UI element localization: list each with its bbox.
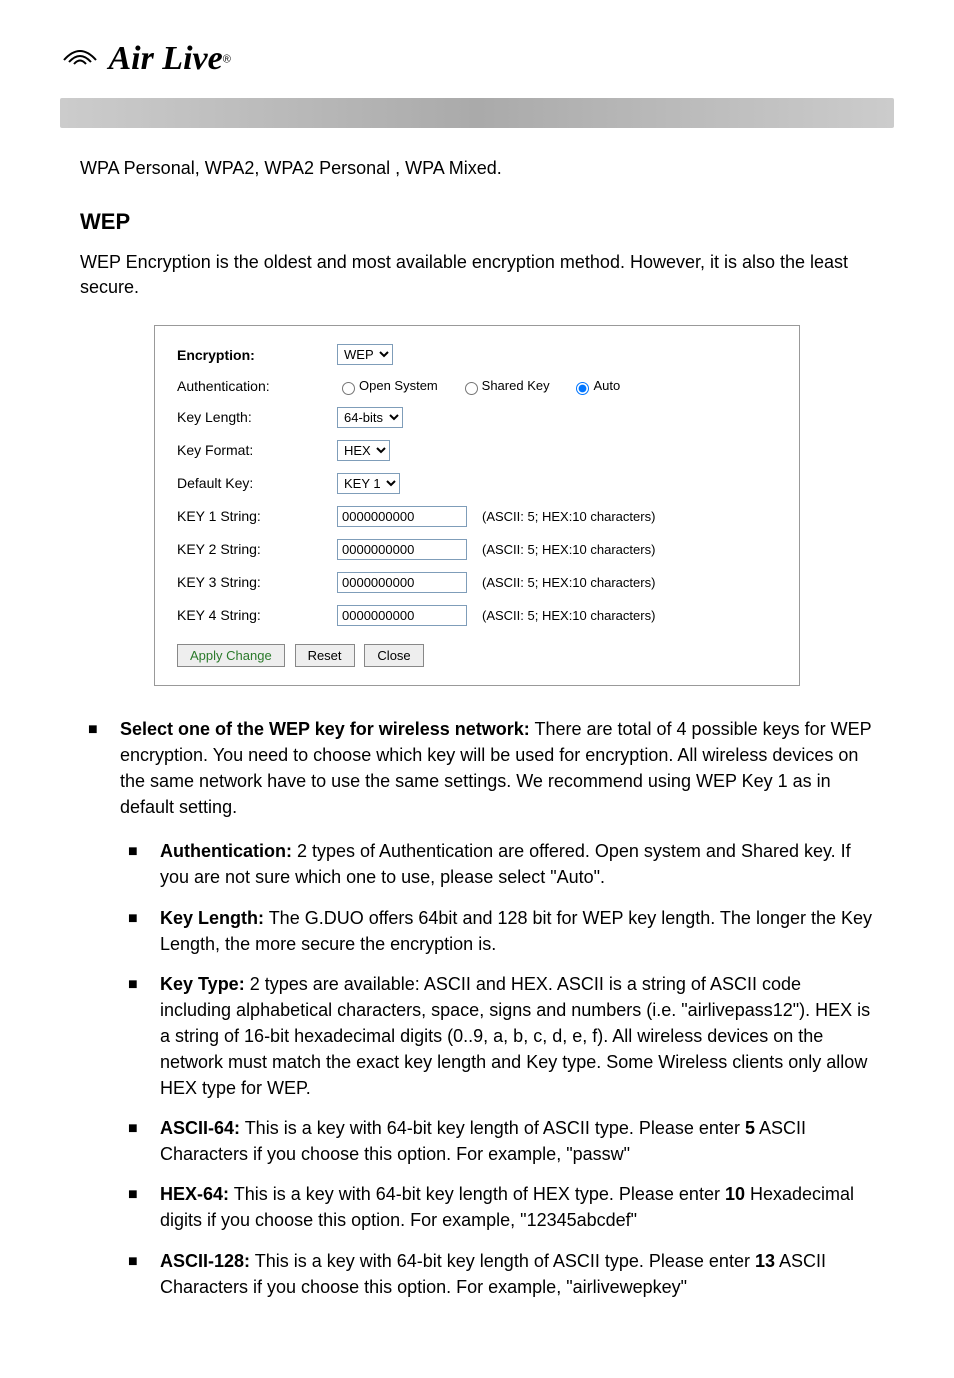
wep-heading: WEP	[80, 209, 894, 235]
key1-input[interactable]	[337, 506, 467, 527]
logo-reg: ®	[223, 54, 231, 66]
key2-input[interactable]	[337, 539, 467, 560]
key2-hint: (ASCII: 5; HEX:10 characters)	[482, 542, 655, 557]
bullet-hex64: HEX-64: This is a key with 64-bit key le…	[120, 1181, 874, 1233]
wep-description: WEP Encryption is the oldest and most av…	[80, 250, 874, 300]
keylen-label: Key Length:	[177, 409, 337, 425]
auth-auto-radio[interactable]	[576, 382, 589, 395]
header-banner	[60, 98, 894, 128]
bullet-auth: Authentication: 2 types of Authenticatio…	[120, 838, 874, 890]
wifi-icon	[60, 40, 100, 75]
logo-text: Air Live	[108, 40, 222, 77]
keylen-select[interactable]: 64-bits	[337, 407, 403, 428]
auth-auto-option[interactable]: Auto	[571, 378, 620, 393]
key1-hint: (ASCII: 5; HEX:10 characters)	[482, 509, 655, 524]
reset-button[interactable]: Reset	[295, 644, 355, 667]
key4-hint: (ASCII: 5; HEX:10 characters)	[482, 608, 655, 623]
intro-text: WPA Personal, WPA2, WPA2 Personal , WPA …	[80, 158, 894, 179]
encryption-select[interactable]: WEP	[337, 344, 393, 365]
key2-label: KEY 2 String:	[177, 541, 337, 557]
key3-hint: (ASCII: 5; HEX:10 characters)	[482, 575, 655, 590]
key3-label: KEY 3 String:	[177, 574, 337, 590]
config-panel: Encryption: WEP Authentication: Open Sys…	[154, 325, 800, 686]
auth-shared-radio[interactable]	[465, 382, 478, 395]
bullet-main-bold: Select one of the WEP key for wireless n…	[120, 719, 530, 739]
key4-input[interactable]	[337, 605, 467, 626]
auth-shared-option[interactable]: Shared Key	[460, 378, 550, 393]
logo: Air Live®	[60, 40, 894, 78]
key1-label: KEY 1 String:	[177, 508, 337, 524]
key3-input[interactable]	[337, 572, 467, 593]
defkey-label: Default Key:	[177, 475, 337, 491]
auth-label: Authentication:	[177, 378, 337, 394]
auth-open-radio[interactable]	[342, 382, 355, 395]
key4-label: KEY 4 String:	[177, 607, 337, 623]
encryption-label: Encryption:	[177, 347, 337, 363]
bullet-keylen: Key Length: The G.DUO offers 64bit and 1…	[120, 905, 874, 957]
bullet-main: Select one of the WEP key for wireless n…	[80, 716, 874, 1300]
close-button[interactable]: Close	[364, 644, 423, 667]
bullet-ascii128: ASCII-128: This is a key with 64-bit key…	[120, 1248, 874, 1300]
bullet-keytype: Key Type: 2 types are available: ASCII a…	[120, 971, 874, 1101]
auth-open-option[interactable]: Open System	[337, 378, 438, 393]
apply-button[interactable]: Apply Change	[177, 644, 285, 667]
bullet-ascii64: ASCII-64: This is a key with 64-bit key …	[120, 1115, 874, 1167]
keyfmt-select[interactable]: HEX	[337, 440, 390, 461]
defkey-select[interactable]: KEY 1	[337, 473, 400, 494]
keyfmt-label: Key Format:	[177, 442, 337, 458]
